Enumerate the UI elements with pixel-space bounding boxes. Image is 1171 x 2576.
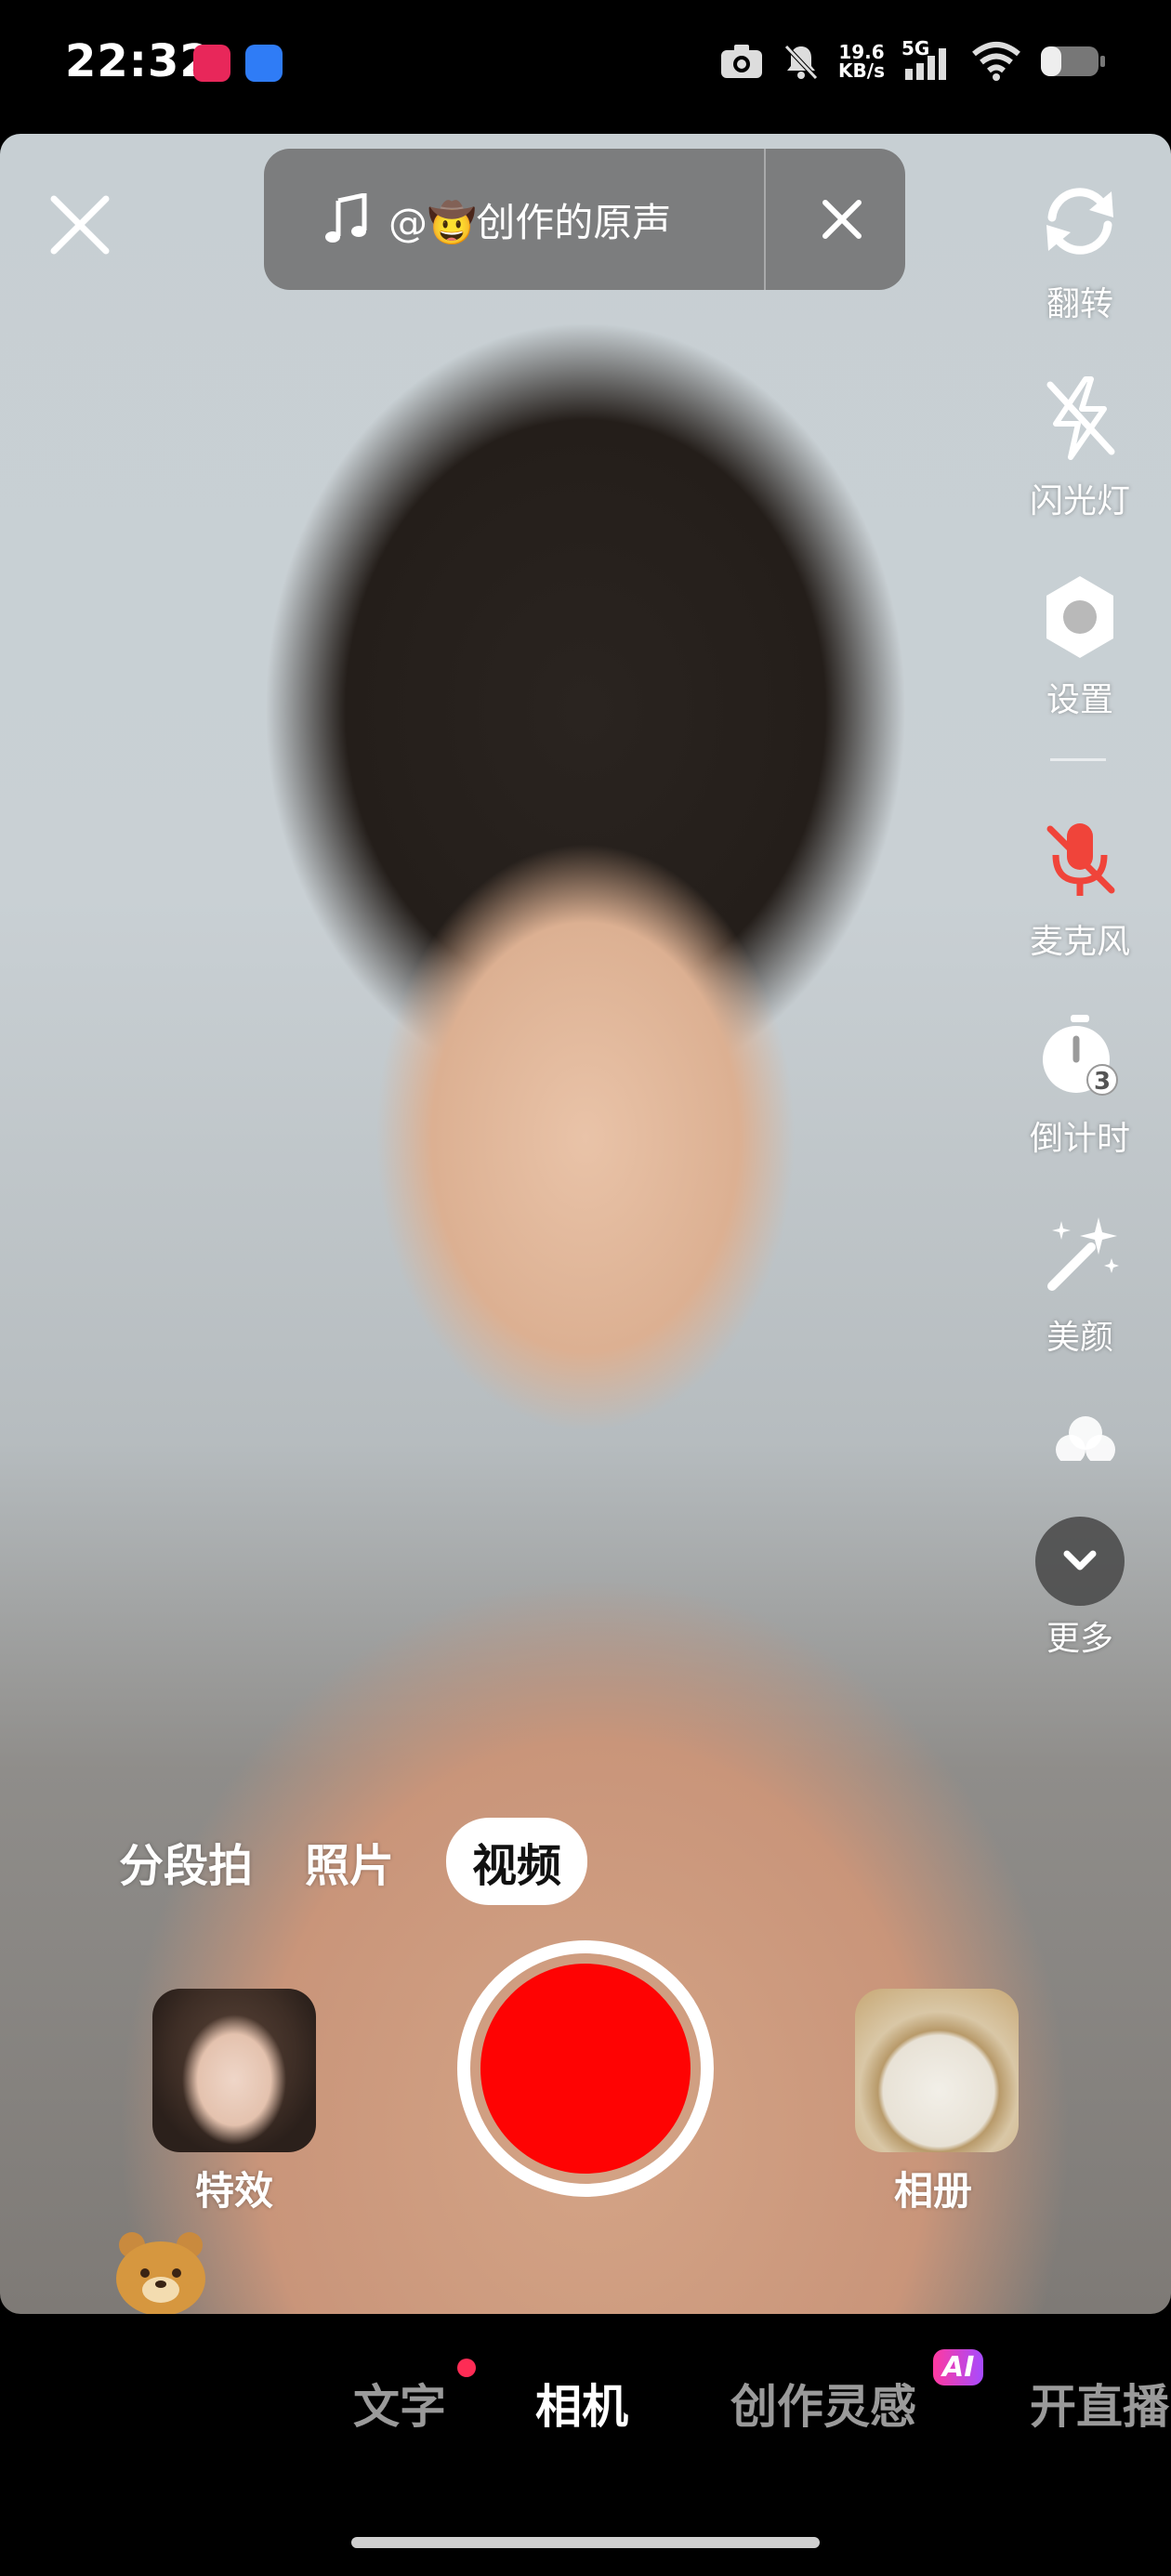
flip-label: 翻转: [1046, 285, 1113, 323]
beauty-button[interactable]: 美颜: [1022, 1208, 1138, 1359]
remove-music-icon[interactable]: [812, 190, 872, 249]
battery-icon: [1041, 46, 1105, 76]
music-divider: [764, 149, 766, 290]
network-speed: 19.6 KB/s: [838, 41, 885, 82]
flip-camera-icon: [1046, 188, 1113, 255]
music-label: @🤠创作的原声: [388, 199, 672, 245]
svg-text:3: 3: [1094, 1068, 1111, 1096]
countdown-button[interactable]: 3 倒计时: [1022, 1009, 1138, 1160]
countdown-label: 倒计时: [1029, 1120, 1130, 1158]
more-label: 更多: [1046, 1620, 1113, 1658]
camera-viewfinder[interactable]: @🤠创作的原声 翻转 闪光灯 设置 麦克风 3 倒计时 美颜 更多 分段拍 照片: [0, 134, 1171, 2314]
nav-camera[interactable]: 相机: [535, 2370, 628, 2437]
status-indicators: 19.6 KB/s 5G: [719, 37, 1106, 82]
home-indicator[interactable]: [351, 2537, 820, 2548]
gear-icon: [1046, 576, 1113, 658]
signal-icon: 5G: [901, 37, 954, 82]
chevron-down-icon: [1063, 1550, 1097, 1571]
flash-label: 闪光灯: [1029, 482, 1130, 520]
music-selector[interactable]: @🤠创作的原声: [264, 149, 905, 290]
close-icon[interactable]: [45, 190, 115, 260]
status-bar: 22:32 19.6 KB/s 5G: [0, 0, 1171, 130]
wifi-icon: [972, 42, 1020, 81]
beauty-wand-icon: [1047, 1217, 1119, 1291]
app-notification-icon: [193, 45, 230, 82]
nav-text-dot: [457, 2359, 476, 2377]
flash-off-icon: [1046, 376, 1115, 460]
toolbar-divider: [1050, 758, 1106, 761]
settings-label: 设置: [1046, 681, 1113, 719]
settings-button[interactable]: 设置: [1022, 571, 1138, 721]
mode-tab-video[interactable]: 视频: [446, 1818, 588, 1905]
bear-sticker-icon[interactable]: [110, 2225, 212, 2314]
nav-live[interactable]: 开直播: [1030, 2370, 1169, 2437]
more-button[interactable]: 更多: [1022, 1517, 1138, 1660]
effects-thumbnail[interactable]: [152, 1989, 316, 2152]
music-note-icon: [325, 193, 367, 243]
mode-tab-photo[interactable]: 照片: [305, 1829, 394, 1894]
effects-label[interactable]: 特效: [195, 2160, 273, 2216]
mode-tab-segment[interactable]: 分段拍: [119, 1829, 253, 1894]
flip-button[interactable]: 翻转: [1022, 175, 1138, 325]
album-label[interactable]: 相册: [894, 2160, 972, 2216]
timer-icon: 3: [1043, 1015, 1118, 1096]
capture-mode-tabs: 分段拍 照片 视频: [119, 1818, 588, 1905]
flash-button[interactable]: 闪光灯: [1022, 372, 1138, 522]
microphone-label: 麦克风: [1029, 923, 1130, 961]
camera-status-icon: [721, 45, 763, 78]
app-notification-icon-2: [245, 45, 283, 82]
mic-off-icon: [1046, 823, 1115, 896]
status-time: 22:32: [65, 35, 212, 87]
filter-icon[interactable]: [1050, 1414, 1121, 1461]
microphone-button[interactable]: 麦克风: [1022, 812, 1138, 963]
ai-badge: AI: [933, 2349, 984, 2385]
bottom-nav: 文字 相机 创作灵感 AI 开直播: [0, 2349, 1171, 2453]
album-thumbnail[interactable]: [855, 1989, 1019, 2152]
more-circle: [1035, 1517, 1125, 1606]
mute-notification-icon: [784, 45, 818, 80]
beauty-label: 美颜: [1046, 1319, 1113, 1357]
record-button[interactable]: [457, 1940, 714, 2197]
nav-text[interactable]: 文字: [353, 2370, 446, 2437]
nav-inspiration[interactable]: 创作灵感: [730, 2370, 916, 2437]
record-dot: [480, 1964, 691, 2174]
